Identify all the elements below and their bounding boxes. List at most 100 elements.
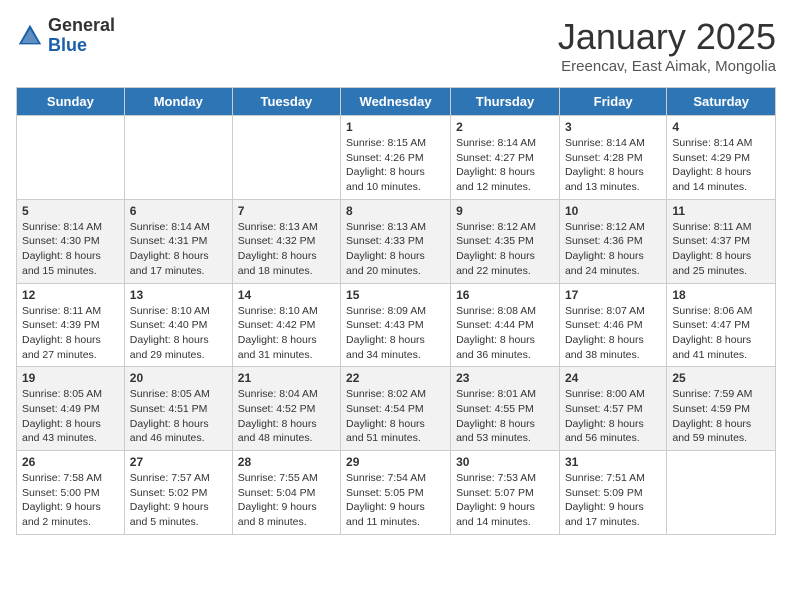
day-number: 13 xyxy=(130,288,227,302)
day-info: Sunrise: 8:13 AMSunset: 4:33 PMDaylight:… xyxy=(346,220,445,279)
day-number: 6 xyxy=(130,204,227,218)
day-cell: 12Sunrise: 8:11 AMSunset: 4:39 PMDayligh… xyxy=(17,283,125,367)
day-number: 21 xyxy=(238,371,335,385)
day-number: 26 xyxy=(22,455,119,469)
day-number: 1 xyxy=(346,120,445,134)
day-number: 17 xyxy=(565,288,661,302)
week-row-1: 1Sunrise: 8:15 AMSunset: 4:26 PMDaylight… xyxy=(17,116,776,200)
day-info: Sunrise: 8:14 AMSunset: 4:29 PMDaylight:… xyxy=(672,136,770,195)
day-info: Sunrise: 7:59 AMSunset: 4:59 PMDaylight:… xyxy=(672,387,770,446)
day-info: Sunrise: 8:05 AMSunset: 4:49 PMDaylight:… xyxy=(22,387,119,446)
day-cell: 7 Sunrise: 8:13 AMSunset: 4:32 PMDaylight… xyxy=(232,199,340,283)
day-number: 25 xyxy=(672,371,770,385)
day-cell: 8 Sunrise: 8:13 AMSunset: 4:33 PMDaylight… xyxy=(341,199,451,283)
day-number: 30 xyxy=(456,455,554,469)
day-info: Sunrise: 8:14 AMSunset: 4:31 PMDaylight:… xyxy=(130,220,227,279)
day-number: 3 xyxy=(565,120,661,134)
day-cell: 9 Sunrise: 8:12 AMSunset: 4:35 PMDaylight… xyxy=(451,199,560,283)
day-cell: 24 Sunrise: 8:00 AMSunset: 4:57 PMDayligh… xyxy=(559,367,666,451)
day-cell: 16 Sunrise: 8:08 AMSunset: 4:44 PMDayligh… xyxy=(451,283,560,367)
day-cell xyxy=(667,451,776,535)
day-number: 16 xyxy=(456,288,554,302)
calendar-header: SundayMondayTuesdayWednesdayThursdayFrid… xyxy=(17,88,776,116)
calendar-body: 1Sunrise: 8:15 AMSunset: 4:26 PMDaylight… xyxy=(17,116,776,535)
day-cell: 30 Sunrise: 7:53 AMSunset: 5:07 PMDayligh… xyxy=(451,451,560,535)
day-cell xyxy=(17,116,125,200)
day-info: Sunrise: 8:04 AMSunset: 4:52 PMDaylight:… xyxy=(238,387,335,446)
day-cell: 17 Sunrise: 8:07 AMSunset: 4:46 PMDayligh… xyxy=(559,283,666,367)
day-info: Sunrise: 8:02 AMSunset: 4:54 PMDaylight:… xyxy=(346,387,445,446)
day-info: Sunrise: 8:10 AMSunset: 4:40 PMDaylight:… xyxy=(130,304,227,363)
logo: General Blue xyxy=(16,16,115,56)
day-header-thursday: Thursday xyxy=(451,88,560,116)
week-row-2: 5 Sunrise: 8:14 AMSunset: 4:30 PMDaylight… xyxy=(17,199,776,283)
day-header-monday: Monday xyxy=(124,88,232,116)
day-cell: 28 Sunrise: 7:55 AMSunset: 5:04 PMDayligh… xyxy=(232,451,340,535)
day-info: Sunrise: 8:00 AMSunset: 4:57 PMDaylight:… xyxy=(565,387,661,446)
day-number: 11 xyxy=(672,204,770,218)
day-number: 8 xyxy=(346,204,445,218)
page-header: General Blue January 2025 Ereencav, East… xyxy=(16,16,776,75)
day-number: 4 xyxy=(672,120,770,134)
day-number: 14 xyxy=(238,288,335,302)
day-number: 12 xyxy=(22,288,119,302)
day-header-friday: Friday xyxy=(559,88,666,116)
day-info: Sunrise: 7:58 AMSunset: 5:00 PMDaylight:… xyxy=(22,471,119,530)
day-number: 29 xyxy=(346,455,445,469)
day-header-tuesday: Tuesday xyxy=(232,88,340,116)
day-header-saturday: Saturday xyxy=(667,88,776,116)
day-number: 22 xyxy=(346,371,445,385)
day-cell: 26 Sunrise: 7:58 AMSunset: 5:00 PMDayligh… xyxy=(17,451,125,535)
day-info: Sunrise: 8:14 AMSunset: 4:28 PMDaylight:… xyxy=(565,136,661,195)
day-info: Sunrise: 8:08 AMSunset: 4:44 PMDaylight:… xyxy=(456,304,554,363)
days-of-week-row: SundayMondayTuesdayWednesdayThursdayFrid… xyxy=(17,88,776,116)
day-cell: 18 Sunrise: 8:06 AMSunset: 4:47 PMDayligh… xyxy=(667,283,776,367)
logo-blue-text: Blue xyxy=(48,36,115,56)
day-info: Sunrise: 7:53 AMSunset: 5:07 PMDaylight:… xyxy=(456,471,554,530)
day-cell: 15Sunrise: 8:09 AMSunset: 4:43 PMDayligh… xyxy=(341,283,451,367)
day-info: Sunrise: 8:10 AMSunset: 4:42 PMDaylight:… xyxy=(238,304,335,363)
logo-text: General Blue xyxy=(48,16,115,56)
day-info: Sunrise: 7:54 AMSunset: 5:05 PMDaylight:… xyxy=(346,471,445,530)
day-cell: 11 Sunrise: 8:11 AMSunset: 4:37 PMDayligh… xyxy=(667,199,776,283)
week-row-3: 12Sunrise: 8:11 AMSunset: 4:39 PMDayligh… xyxy=(17,283,776,367)
location-title: Ereencav, East Aimak, Mongolia xyxy=(558,58,776,75)
day-cell: 22 Sunrise: 8:02 AMSunset: 4:54 PMDayligh… xyxy=(341,367,451,451)
day-number: 28 xyxy=(238,455,335,469)
day-cell: 25 Sunrise: 7:59 AMSunset: 4:59 PMDayligh… xyxy=(667,367,776,451)
day-info: Sunrise: 8:05 AMSunset: 4:51 PMDaylight:… xyxy=(130,387,227,446)
day-cell xyxy=(124,116,232,200)
week-row-4: 19Sunrise: 8:05 AMSunset: 4:49 PMDayligh… xyxy=(17,367,776,451)
day-cell: 19Sunrise: 8:05 AMSunset: 4:49 PMDayligh… xyxy=(17,367,125,451)
logo-icon xyxy=(16,22,44,50)
day-info: Sunrise: 8:12 AMSunset: 4:35 PMDaylight:… xyxy=(456,220,554,279)
day-number: 9 xyxy=(456,204,554,218)
day-cell: 13 Sunrise: 8:10 AMSunset: 4:40 PMDayligh… xyxy=(124,283,232,367)
day-info: Sunrise: 8:11 AMSunset: 4:37 PMDaylight:… xyxy=(672,220,770,279)
day-cell: 14 Sunrise: 8:10 AMSunset: 4:42 PMDayligh… xyxy=(232,283,340,367)
day-number: 7 xyxy=(238,204,335,218)
day-number: 20 xyxy=(130,371,227,385)
day-info: Sunrise: 8:07 AMSunset: 4:46 PMDaylight:… xyxy=(565,304,661,363)
day-number: 31 xyxy=(565,455,661,469)
day-info: Sunrise: 7:55 AMSunset: 5:04 PMDaylight:… xyxy=(238,471,335,530)
day-cell: 29 Sunrise: 7:54 AMSunset: 5:05 PMDayligh… xyxy=(341,451,451,535)
day-cell: 5 Sunrise: 8:14 AMSunset: 4:30 PMDaylight… xyxy=(17,199,125,283)
day-number: 18 xyxy=(672,288,770,302)
day-info: Sunrise: 8:14 AMSunset: 4:30 PMDaylight:… xyxy=(22,220,119,279)
day-info: Sunrise: 7:51 AMSunset: 5:09 PMDaylight:… xyxy=(565,471,661,530)
day-number: 23 xyxy=(456,371,554,385)
day-cell: 10Sunrise: 8:12 AMSunset: 4:36 PMDayligh… xyxy=(559,199,666,283)
day-info: Sunrise: 8:12 AMSunset: 4:36 PMDaylight:… xyxy=(565,220,661,279)
day-info: Sunrise: 7:57 AMSunset: 5:02 PMDaylight:… xyxy=(130,471,227,530)
day-info: Sunrise: 8:01 AMSunset: 4:55 PMDaylight:… xyxy=(456,387,554,446)
day-info: Sunrise: 8:06 AMSunset: 4:47 PMDaylight:… xyxy=(672,304,770,363)
day-cell: 2Sunrise: 8:14 AMSunset: 4:27 PMDaylight… xyxy=(451,116,560,200)
day-number: 2 xyxy=(456,120,554,134)
day-cell: 27Sunrise: 7:57 AMSunset: 5:02 PMDayligh… xyxy=(124,451,232,535)
day-header-sunday: Sunday xyxy=(17,88,125,116)
day-number: 24 xyxy=(565,371,661,385)
title-section: January 2025 Ereencav, East Aimak, Mongo… xyxy=(558,16,776,75)
day-info: Sunrise: 8:13 AMSunset: 4:32 PMDaylight:… xyxy=(238,220,335,279)
day-number: 5 xyxy=(22,204,119,218)
